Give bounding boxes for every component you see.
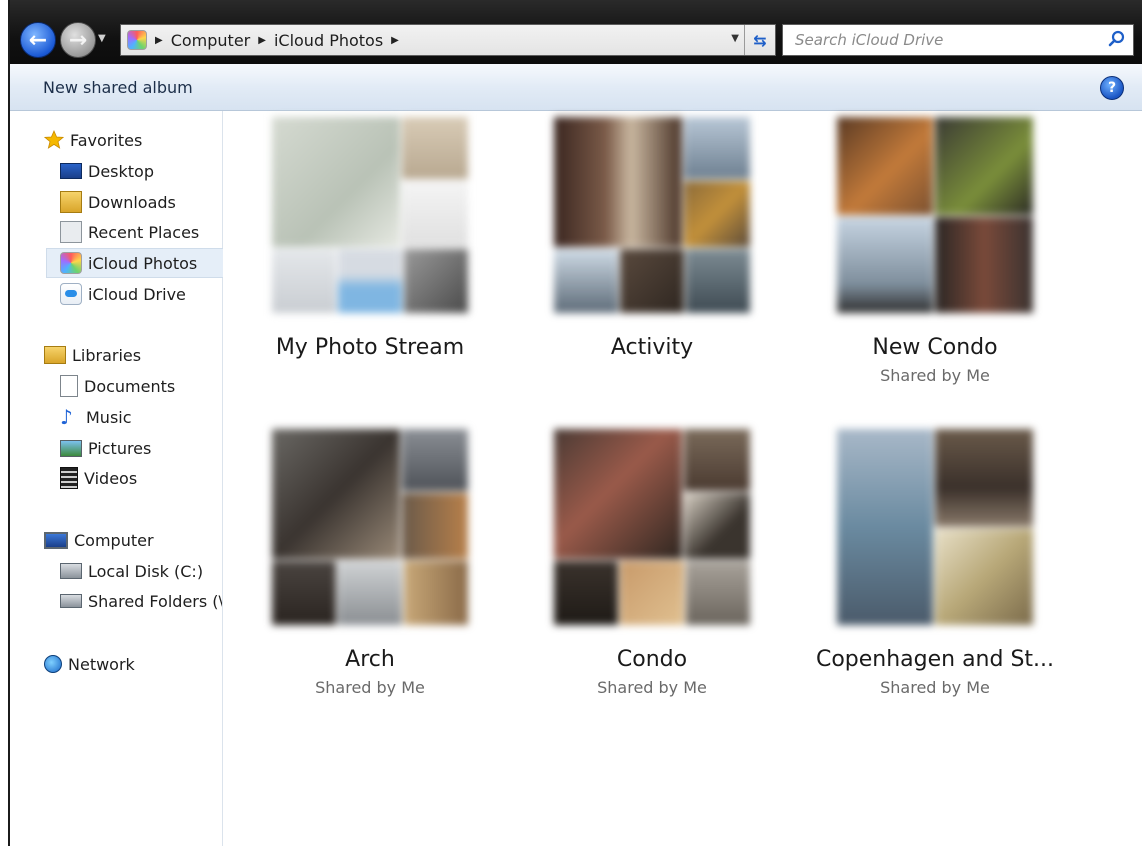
sidebar-item-icloud-photos[interactable]: iCloud Photos	[46, 248, 235, 278]
breadcrumb-computer[interactable]: Computer	[171, 31, 251, 50]
sidebar-item-label: Videos	[84, 468, 138, 488]
sidebar-item-documents[interactable]: Documents	[60, 372, 175, 400]
help-icon[interactable]: ?	[1100, 76, 1124, 100]
search-box[interactable]	[782, 24, 1134, 56]
album-thumbnail[interactable]	[272, 117, 468, 313]
icloud-photos-icon	[60, 252, 82, 274]
sidebar-item-label: Music	[86, 407, 132, 427]
sidebar-item-label: Downloads	[88, 192, 176, 212]
breadcrumb-separator-icon[interactable]: ▶	[391, 35, 399, 46]
arrow-left-icon: ←	[28, 27, 48, 53]
recent-pages-dropdown[interactable]: ▼	[98, 33, 106, 44]
album-thumbnail[interactable]	[272, 429, 468, 625]
search-icon[interactable]	[1107, 29, 1127, 49]
breadcrumb-icloud-photos[interactable]: iCloud Photos	[274, 31, 383, 50]
album-thumbnail[interactable]	[837, 117, 1033, 313]
album-name: My Photo Stream	[275, 335, 465, 360]
sidebar-item-label: Computer	[74, 530, 154, 550]
sidebar-item-label: iCloud Drive	[88, 284, 186, 304]
album-tile[interactable]: My Photo Stream	[240, 117, 500, 366]
sidebar-item-computer[interactable]: Computer	[44, 526, 154, 554]
sidebar-item-music[interactable]: ♪ Music	[60, 403, 132, 431]
sidebar-item-label: Network	[68, 654, 135, 674]
computer-icon	[44, 531, 68, 549]
star-icon	[44, 129, 65, 150]
sidebar-item-videos[interactable]: Videos	[60, 464, 137, 492]
icloud-photos-icon	[127, 30, 147, 50]
new-shared-album-button[interactable]: New shared album	[43, 78, 193, 97]
refresh-icon: ⇆	[753, 30, 767, 50]
search-input[interactable]	[783, 25, 1097, 55]
album-tile[interactable]: Condo Shared by Me	[522, 429, 782, 697]
sidebar-item-label: Pictures	[88, 438, 152, 458]
sidebar-item-label: Desktop	[88, 161, 154, 181]
album-subtitle: Shared by Me	[880, 678, 990, 697]
album-name: Condo	[616, 647, 688, 672]
desktop-icon	[60, 163, 82, 179]
videos-icon	[60, 467, 78, 489]
documents-icon	[60, 375, 78, 397]
sidebar-item-label: Recent Places	[88, 222, 200, 242]
album-name: Arch	[345, 647, 395, 672]
explorer-window: ← → ▼ ▶ Computer ▶ iCloud Photos ▶ ▼ ⇆ S…	[8, 0, 1142, 846]
sidebar-item-downloads[interactable]: Downloads	[60, 188, 176, 216]
album-tile[interactable]: Arch Shared by Me	[240, 429, 500, 697]
sidebar-item-label: Local Disk (C:)	[88, 561, 204, 581]
album-tile[interactable]: Copenhagen and St... Shared by Me	[805, 429, 1065, 697]
album-tile[interactable]: New Condo Shared by Me	[805, 117, 1065, 385]
address-dropdown-icon[interactable]: ▼	[731, 33, 739, 44]
sidebar-item-pictures[interactable]: Pictures	[60, 434, 151, 462]
libraries-icon	[44, 346, 66, 364]
forward-button[interactable]: →	[60, 22, 96, 58]
album-name: New Condo	[872, 335, 998, 360]
command-bar: New shared album ?	[10, 64, 1142, 111]
sidebar-item-favorites[interactable]: Favorites	[44, 126, 142, 154]
album-thumbnail[interactable]	[554, 117, 750, 313]
address-bar[interactable]: ▶ Computer ▶ iCloud Photos ▶ ▼ ⇆	[120, 24, 776, 56]
sidebar-item-libraries[interactable]: Libraries	[44, 341, 141, 369]
sidebar-item-shared-folders[interactable]: Shared Folders (\	[60, 587, 222, 615]
sidebar-item-network[interactable]: Network	[44, 650, 135, 678]
sidebar-item-recent-places[interactable]: Recent Places	[60, 218, 199, 246]
music-icon: ♪	[60, 405, 73, 429]
album-tile[interactable]: Activity	[522, 117, 782, 366]
arrow-right-icon: →	[68, 27, 88, 53]
sidebar-item-label: Favorites	[70, 130, 143, 150]
local-disk-icon	[60, 563, 82, 579]
sidebar-item-desktop[interactable]: Desktop	[60, 157, 154, 185]
album-thumbnail[interactable]	[554, 429, 750, 625]
refresh-button[interactable]: ⇆	[744, 25, 775, 55]
album-name: Activity	[610, 335, 694, 360]
album-name: Copenhagen and St...	[815, 647, 1055, 672]
sidebar-item-label: iCloud Photos	[88, 253, 198, 273]
album-thumbnail[interactable]	[837, 429, 1033, 625]
recent-places-icon	[60, 221, 82, 243]
shared-folders-icon	[60, 594, 82, 608]
icloud-drive-icon	[60, 283, 82, 305]
breadcrumb-separator-icon[interactable]: ▶	[258, 35, 266, 46]
sidebar-item-icloud-drive[interactable]: iCloud Drive	[60, 280, 186, 308]
sidebar-item-label: Libraries	[72, 345, 142, 365]
breadcrumb-separator-icon[interactable]: ▶	[155, 35, 163, 46]
title-bar: ← → ▼ ▶ Computer ▶ iCloud Photos ▶ ▼ ⇆	[10, 0, 1142, 64]
album-subtitle: Shared by Me	[315, 678, 425, 697]
navigation-pane: Favorites Desktop Downloads Recent Place…	[10, 111, 235, 846]
downloads-icon	[60, 191, 82, 213]
album-subtitle: Shared by Me	[880, 366, 990, 385]
sidebar-item-label: Documents	[84, 376, 176, 396]
network-icon	[44, 655, 62, 673]
album-subtitle: Shared by Me	[597, 678, 707, 697]
album-grid: My Photo Stream Activity New Condo Share…	[223, 111, 1142, 846]
pictures-icon	[60, 439, 82, 457]
back-button[interactable]: ←	[20, 22, 56, 58]
sidebar-item-label: Shared Folders (\	[88, 591, 222, 611]
sidebar-item-local-disk[interactable]: Local Disk (C:)	[60, 557, 203, 585]
